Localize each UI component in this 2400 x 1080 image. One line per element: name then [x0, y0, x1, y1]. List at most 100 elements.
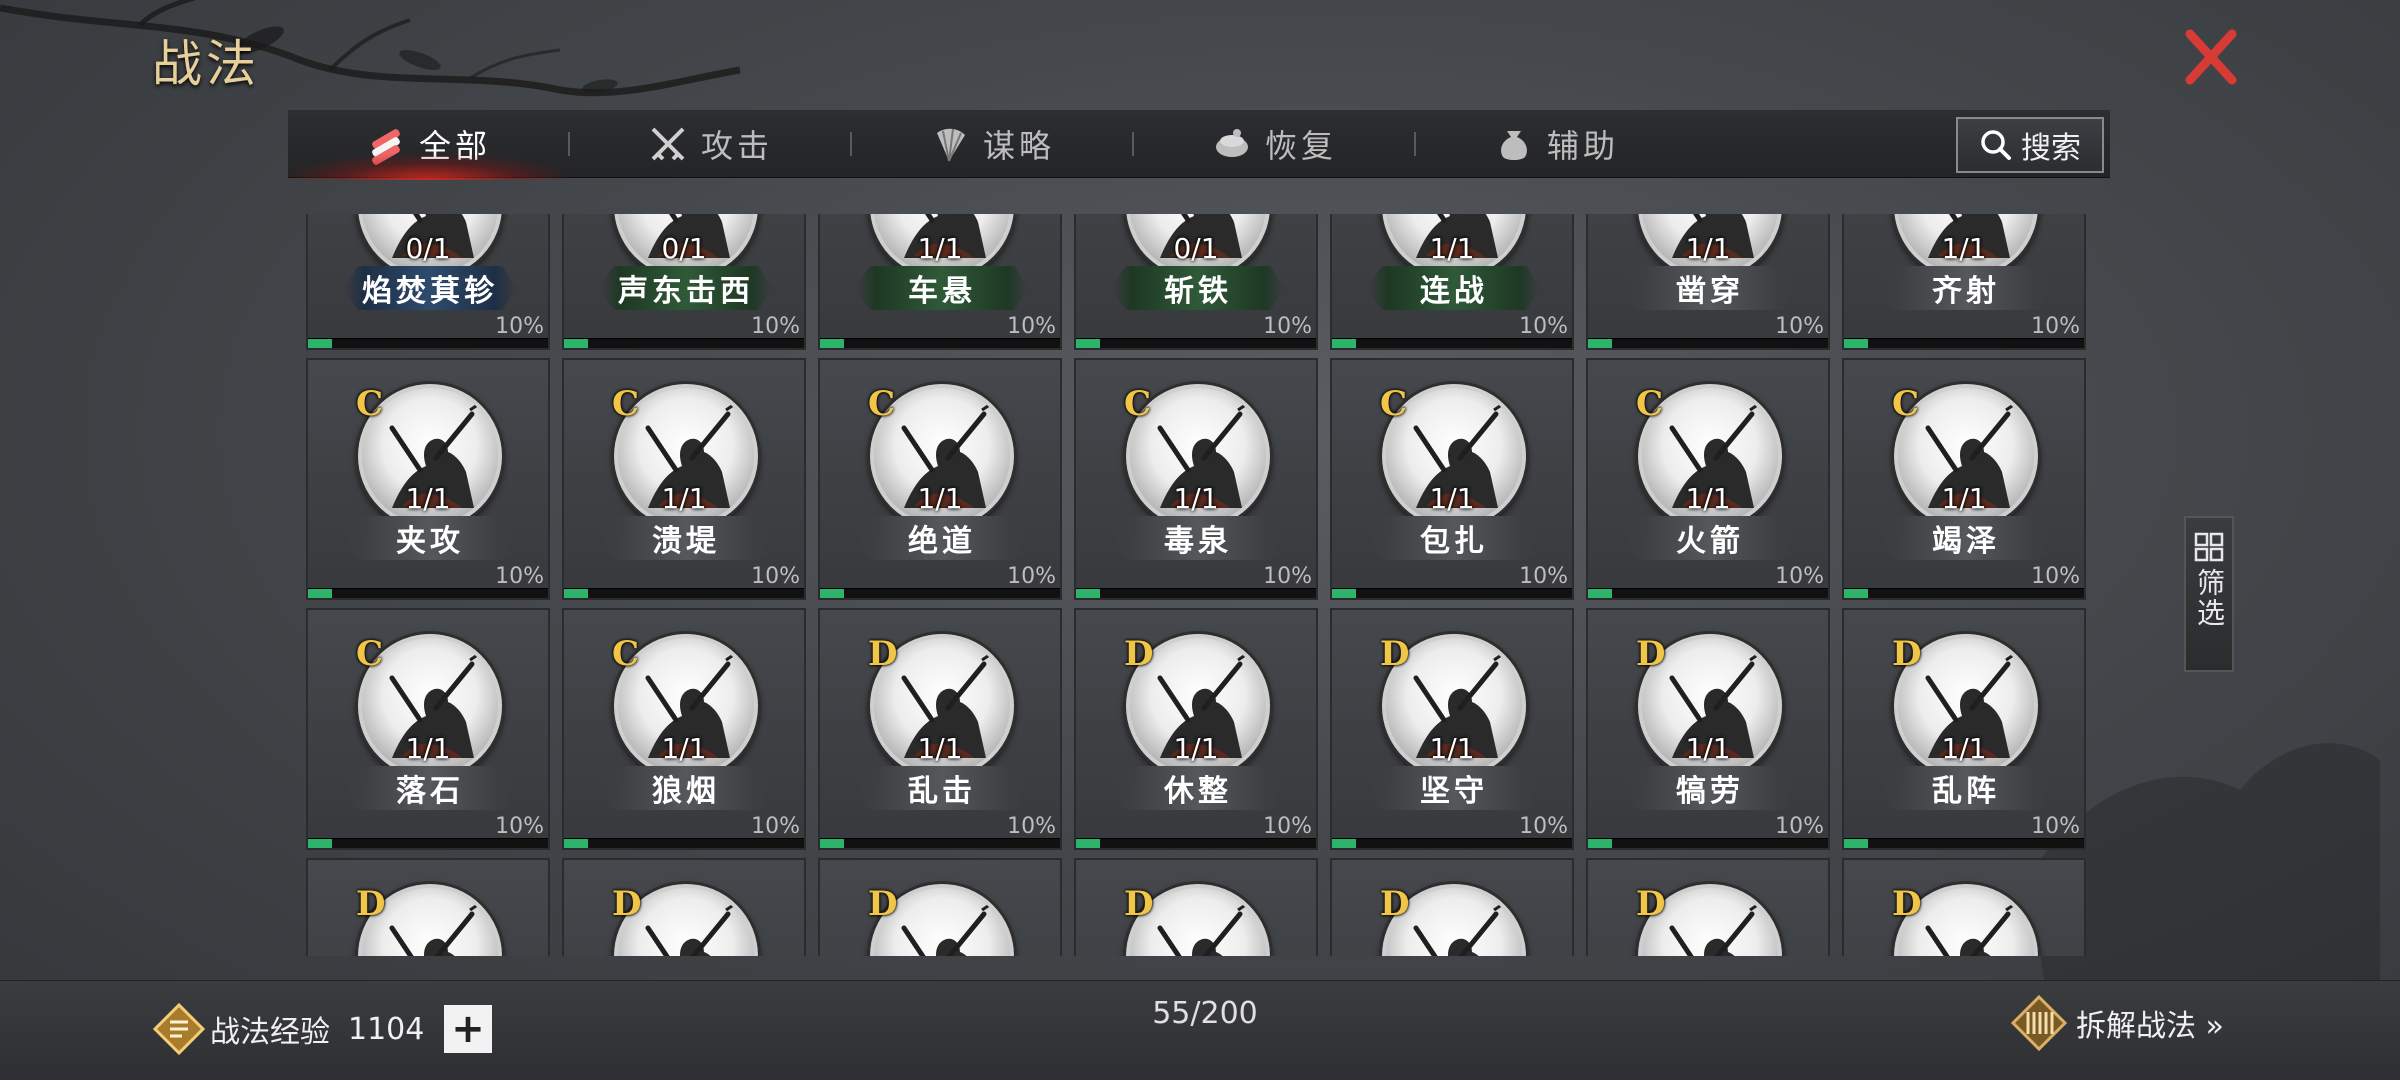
- tactic-name: 齐射: [1880, 266, 2052, 310]
- tactic-card[interactable]: D 1/1 乱阵 10%: [1842, 608, 2086, 850]
- tactic-grade: C: [612, 384, 640, 424]
- tactic-count: 1/1: [1173, 732, 1219, 765]
- tactic-card[interactable]: C 1/1 竭泽 10%: [1842, 358, 2086, 600]
- tab-strategy[interactable]: 谋略: [852, 110, 1132, 178]
- page-title: 战法: [152, 35, 260, 93]
- tactic-progress-fill: [820, 839, 844, 848]
- tactic-card[interactable]: D: [562, 858, 806, 956]
- tab-label: 谋略: [982, 126, 1055, 165]
- tactic-card[interactable]: D: [306, 858, 550, 956]
- tactic-card[interactable]: C 1/1 火箭 10%: [1586, 358, 1830, 600]
- tactic-card[interactable]: 1/1 齐射 10%: [1842, 214, 2086, 350]
- tactic-card[interactable]: D: [1074, 858, 1318, 956]
- tactic-progress-fill: [564, 339, 588, 348]
- tactic-progress-fill: [564, 839, 588, 848]
- tactic-progress-fill: [1844, 839, 1868, 848]
- tactic-progress-percent: 10%: [1519, 814, 1568, 839]
- tactic-name: 车悬: [856, 266, 1028, 310]
- tab-label: 全部: [418, 126, 491, 165]
- tactic-grade: C: [356, 634, 384, 674]
- tactic-card[interactable]: D 1/1 坚守 10%: [1330, 608, 1574, 850]
- tactic-name: 夹攻: [344, 516, 516, 560]
- tactic-progress-fill: [820, 589, 844, 598]
- tactic-progress-percent: 10%: [1263, 314, 1312, 339]
- tactic-name: 绝道: [856, 516, 1028, 560]
- filter-button[interactable]: 筛选: [2184, 516, 2234, 672]
- tactic-card[interactable]: C 1/1 绝道 10%: [818, 358, 1062, 600]
- tab-label: 攻击: [700, 126, 773, 165]
- tactic-progress-bar: [820, 588, 1060, 598]
- tactic-card[interactable]: D: [1330, 858, 1574, 956]
- close-icon[interactable]: [2180, 26, 2242, 88]
- tactic-card[interactable]: C 1/1 毒泉 10%: [1074, 358, 1318, 600]
- tactic-card[interactable]: D: [1842, 858, 2086, 956]
- tactic-grade: D: [1892, 884, 1922, 924]
- tactic-card[interactable]: C 1/1 狼烟 10%: [562, 608, 806, 850]
- search-button[interactable]: 搜索: [1956, 117, 2104, 173]
- search-icon: [1981, 130, 2011, 160]
- tactic-name: 连战: [1368, 266, 1540, 310]
- tactic-grade: D: [1892, 634, 1922, 674]
- tactic-count: 1/1: [917, 232, 963, 265]
- tactic-progress-fill: [1588, 589, 1612, 598]
- tactic-name: 斩铁: [1112, 266, 1284, 310]
- tactic-exp: 战法经验 1104 +: [152, 999, 492, 1059]
- tactic-grade: D: [1380, 884, 1410, 924]
- tactic-grade: D: [1380, 634, 1410, 674]
- tab-label: 恢复: [1264, 126, 1337, 165]
- tactic-card[interactable]: D 1/1 休整 10%: [1074, 608, 1318, 850]
- tactic-card[interactable]: D: [1586, 858, 1830, 956]
- tactic-progress-bar: [1076, 588, 1316, 598]
- tactic-card[interactable]: D: [818, 858, 1062, 956]
- tactic-progress-bar: [564, 588, 804, 598]
- tactic-name: 凿穿: [1624, 266, 1796, 310]
- tactic-progress-percent: 10%: [1007, 564, 1056, 589]
- tactic-name: 溃堤: [600, 516, 772, 560]
- tactic-progress-percent: 10%: [1263, 814, 1312, 839]
- tactic-progress-fill: [1332, 839, 1356, 848]
- tactic-name: 毒泉: [1112, 516, 1284, 560]
- tactic-card[interactable]: 1/1 车悬 10%: [818, 214, 1062, 350]
- grid-filter-icon: [2194, 532, 2224, 562]
- tactic-grade: C: [1892, 384, 1920, 424]
- tactic-progress-bar: [1076, 838, 1316, 848]
- tactic-name: 竭泽: [1880, 516, 2052, 560]
- tactic-card[interactable]: C 1/1 落石 10%: [306, 608, 550, 850]
- tactic-card[interactable]: D 1/1 乱击 10%: [818, 608, 1062, 850]
- tactic-name: 声东击西: [600, 266, 772, 310]
- feather-fan-icon: [936, 128, 965, 161]
- filter-label: 筛选: [2193, 568, 2226, 628]
- tab-all[interactable]: 全部: [288, 110, 568, 180]
- tactic-grade: C: [356, 384, 384, 424]
- tactic-count: 1/1: [1941, 232, 1987, 265]
- tactic-progress-percent: 10%: [1775, 314, 1824, 339]
- dismantle-button[interactable]: 拆解战法 »: [2010, 994, 2224, 1052]
- tactic-name: 坚守: [1368, 766, 1540, 810]
- tab-attack[interactable]: 攻击: [570, 110, 850, 178]
- tactic-progress-bar: [308, 338, 548, 348]
- tactic-card[interactable]: 1/1 连战 10%: [1330, 214, 1574, 350]
- tactic-card[interactable]: 1/1 凿穿 10%: [1586, 214, 1830, 350]
- tactic-grade: C: [1124, 384, 1152, 424]
- tactic-card[interactable]: 0/1 焰焚萁轸 10%: [306, 214, 550, 350]
- tab-recovery[interactable]: 恢复: [1134, 110, 1414, 178]
- tactic-progress-bar: [1588, 838, 1828, 848]
- tactic-name: 落石: [344, 766, 516, 810]
- tactic-grid[interactable]: 0/1 焰焚萁轸 10% 0/1 声东击西 10% 1/1 车悬 10% 0/1 斩铁 10% 1/1 连…: [300, 214, 2098, 956]
- add-exp-button[interactable]: +: [444, 1005, 492, 1053]
- tactic-card[interactable]: 0/1 声东击西 10%: [562, 214, 806, 350]
- tactic-card[interactable]: C 1/1 夹攻 10%: [306, 358, 550, 600]
- dismantle-icon: [2010, 994, 2068, 1052]
- tactic-card[interactable]: C 1/1 溃堤 10%: [562, 358, 806, 600]
- tactic-card[interactable]: C 1/1 包扎 10%: [1330, 358, 1574, 600]
- tactic-name: 狼烟: [600, 766, 772, 810]
- tactic-count: 1/1: [1429, 232, 1475, 265]
- tactic-capacity: 55/200: [1152, 996, 1258, 1031]
- tactic-card[interactable]: D 1/1 犒劳 10%: [1586, 608, 1830, 850]
- tactic-progress-percent: 10%: [1007, 314, 1056, 339]
- tab-support[interactable]: 辅助: [1416, 110, 1696, 178]
- tactic-progress-bar: [1076, 338, 1316, 348]
- exp-label: 战法经验: [210, 1015, 330, 1050]
- tactic-progress-bar: [1844, 838, 2084, 848]
- tactic-card[interactable]: 0/1 斩铁 10%: [1074, 214, 1318, 350]
